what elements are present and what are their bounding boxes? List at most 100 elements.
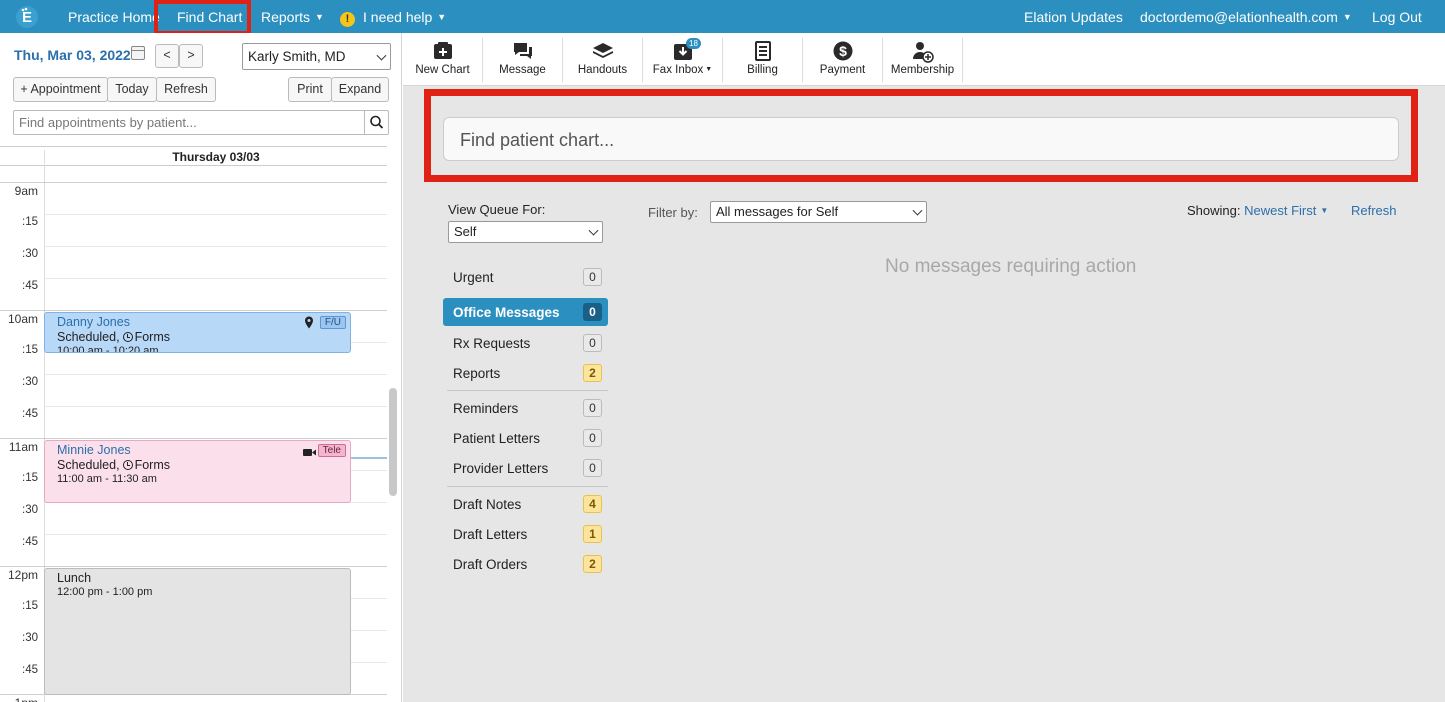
dollar-icon: $	[803, 40, 882, 64]
queue-item-office-messages[interactable]: Office Messages 0	[443, 298, 608, 326]
message-icon	[483, 40, 562, 64]
appointment-forms: Forms	[134, 458, 170, 472]
nav-logout[interactable]: Log Out	[1372, 9, 1422, 25]
membership-label: Membership	[890, 64, 955, 76]
queue-item-label: Provider Letters	[453, 461, 549, 476]
queue-item-reminders[interactable]: Reminders 0	[443, 394, 608, 422]
expand-button[interactable]: Expand	[331, 77, 389, 102]
find-patient-chart-placeholder: Find patient chart...	[460, 130, 615, 150]
message-filter-value: All messages for Self	[716, 204, 839, 219]
quarter-line	[44, 214, 387, 215]
appointment-lunch[interactable]: Lunch 12:00 pm - 1:00 pm	[44, 568, 351, 695]
clock-icon	[122, 460, 133, 470]
nav-elation-updates[interactable]: Elation Updates	[1024, 9, 1123, 25]
queue-item-label: Urgent	[453, 270, 494, 285]
chevron-down-icon	[912, 205, 923, 216]
hour-line	[0, 566, 387, 567]
queue-count-badge: 2	[583, 555, 602, 573]
handouts-icon	[563, 40, 642, 64]
queue-item-label: Office Messages	[453, 305, 560, 320]
find-patient-chart-input[interactable]: Find patient chart...	[443, 117, 1399, 161]
queue-item-draft-orders[interactable]: Draft Orders 2	[443, 550, 608, 578]
queue-count-badge: 1	[583, 525, 602, 543]
appointment-type-badge: Tele	[317, 444, 346, 457]
provider-select[interactable]: Karly Smith, MD	[242, 43, 391, 70]
time-label: :45	[22, 664, 38, 676]
search-icon[interactable]	[364, 111, 388, 134]
view-queue-select[interactable]: Self	[448, 221, 603, 243]
appointment-time: 12:00 pm - 1:00 pm	[57, 586, 153, 598]
add-appointment-button[interactable]: + Appointment	[13, 77, 108, 102]
new-chart-icon	[403, 40, 482, 64]
new-chart-label: New Chart	[415, 64, 470, 76]
calendar-day-label: Thursday 03/03	[44, 150, 387, 164]
appointment-danny-jones[interactable]: Danny Jones Scheduled, Forms 10:00 am - 1…	[44, 312, 351, 353]
queue-item-patient-letters[interactable]: Patient Letters 0	[443, 424, 608, 452]
queue-count-badge: 0	[583, 429, 602, 447]
filter-by-label: Filter by:	[648, 205, 698, 220]
nav-help[interactable]: ! I need help ▼	[340, 9, 446, 27]
payment-button[interactable]: $ Payment	[803, 38, 883, 82]
nav-user-menu[interactable]: doctordemo@elationhealth.com ▼	[1140, 9, 1352, 25]
time-label: :45	[22, 280, 38, 292]
schedule-date[interactable]: Thu, Mar 03, 2022	[14, 47, 131, 63]
payment-label: Payment	[819, 64, 866, 76]
print-button[interactable]: Print	[288, 77, 332, 102]
hour-line	[0, 182, 387, 183]
queue-count-badge: 0	[583, 268, 602, 286]
nav-reports-label: Reports	[261, 9, 311, 25]
appointment-forms: Forms	[134, 330, 170, 344]
fax-inbox-text: Fax Inbox	[652, 64, 704, 76]
refresh-schedule-button[interactable]: Refresh	[156, 77, 216, 102]
appointment-status: Scheduled, Forms	[57, 458, 350, 472]
time-label: 10am	[7, 312, 38, 326]
appointment-time: 10:00 am - 10:20 am	[57, 345, 159, 353]
nav-practice-home[interactable]: Practice Home	[68, 9, 160, 25]
calendar-icon[interactable]	[131, 46, 145, 60]
message-button[interactable]: Message	[483, 38, 563, 82]
queue-item-urgent[interactable]: Urgent 0	[443, 263, 608, 291]
fax-inbox-button[interactable]: 18 Fax Inbox ▼	[643, 38, 723, 82]
membership-button[interactable]: Membership	[883, 38, 963, 82]
queue-item-label: Draft Orders	[453, 557, 528, 572]
time-label: :45	[22, 536, 38, 548]
time-label: :30	[22, 632, 38, 644]
appointment-search-input[interactable]: Find appointments by patient...	[13, 110, 389, 135]
appointment-search-placeholder: Find appointments by patient...	[19, 115, 197, 130]
showing-sort: Showing: Newest First ▼	[1187, 203, 1328, 218]
message-filter-select[interactable]: All messages for Self	[710, 201, 927, 223]
queue-count-badge: 2	[583, 364, 602, 382]
appointment-minnie-jones[interactable]: Minnie Jones Scheduled, Forms 11:00 am - …	[44, 440, 351, 503]
billing-button[interactable]: Billing	[723, 38, 803, 82]
queue-item-provider-letters[interactable]: Provider Letters 0	[443, 454, 608, 482]
new-chart-button[interactable]: New Chart	[403, 38, 483, 82]
view-queue-value: Self	[454, 224, 477, 239]
refresh-messages-link[interactable]: Refresh	[1351, 203, 1397, 218]
clock-icon	[122, 332, 133, 342]
today-button[interactable]: Today	[107, 77, 157, 102]
queue-item-rx-requests[interactable]: Rx Requests 0	[443, 329, 608, 357]
schedule-panel: Thu, Mar 03, 2022 < > Karly Smith, MD + …	[0, 33, 402, 702]
svg-text:$: $	[839, 43, 847, 59]
next-day-button[interactable]: >	[179, 44, 203, 68]
find-chart-highlight	[154, 0, 251, 35]
queue-item-draft-notes[interactable]: Draft Notes 4	[443, 490, 608, 518]
nav-reports[interactable]: Reports ▼	[261, 9, 324, 25]
video-camera-icon	[303, 445, 316, 460]
elation-logo-icon[interactable]: E	[14, 5, 40, 29]
quarter-line	[44, 278, 387, 279]
time-label: 11am	[8, 440, 38, 454]
time-label: 9am	[14, 184, 38, 198]
handouts-button[interactable]: Handouts	[563, 38, 643, 82]
queue-item-reports[interactable]: Reports 2	[443, 359, 608, 387]
sort-order-dropdown[interactable]: Newest First ▼	[1244, 203, 1328, 218]
appointment-status-text: Scheduled,	[57, 458, 120, 472]
main-content: New Chart Message Handouts 18 Fax Inbox ▼…	[403, 33, 1445, 702]
prev-day-button[interactable]: <	[155, 44, 179, 68]
time-label: :30	[22, 248, 38, 260]
calendar-scrollbar[interactable]	[389, 388, 397, 496]
queue-item-draft-letters[interactable]: Draft Letters 1	[443, 520, 608, 548]
queue-item-label: Reports	[453, 366, 501, 381]
appointment-status-text: Scheduled,	[57, 330, 120, 344]
time-label: :30	[22, 504, 38, 516]
